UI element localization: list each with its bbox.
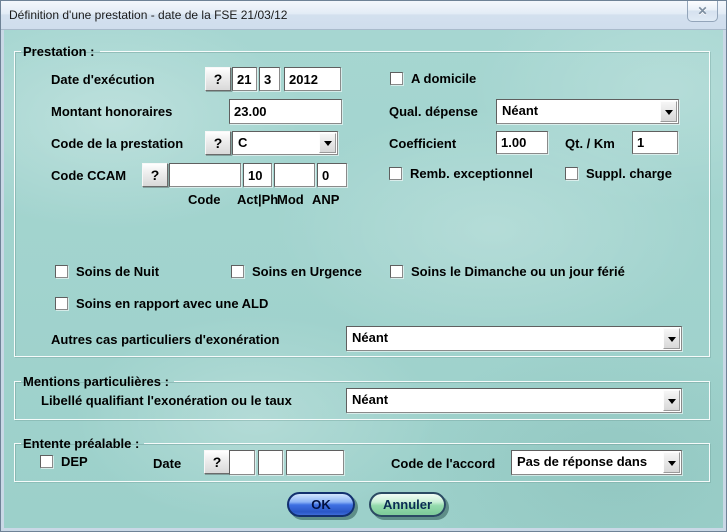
checkbox-box[interactable] <box>390 72 403 85</box>
dialog-body: Prestation : Date d'exécution ? A domici… <box>4 30 723 528</box>
libelle-exoneration-label: Libellé qualifiant l'exonération ou le t… <box>41 393 292 408</box>
soins-nuit-checkbox[interactable]: Soins de Nuit <box>55 264 159 279</box>
code-accord-label: Code de l'accord <box>391 456 495 471</box>
entente-date-label: Date <box>153 456 181 471</box>
cancel-button[interactable]: Annuler <box>369 492 446 517</box>
code-prestation-select[interactable]: C <box>232 131 338 155</box>
chevron-down-icon[interactable] <box>660 101 677 122</box>
qual-depense-label: Qual. dépense <box>389 104 478 119</box>
libelle-exoneration-value: Néant <box>352 389 661 412</box>
close-button[interactable]: ✕ <box>687 1 718 22</box>
dep-label: DEP <box>61 454 88 469</box>
suppl-charge-label: Suppl. charge <box>586 166 672 181</box>
checkbox-box[interactable] <box>55 297 68 310</box>
title-bar[interactable]: Définition d'une prestation - date de la… <box>1 1 726 30</box>
dep-checkbox[interactable]: DEP <box>40 454 88 469</box>
entente-day-input[interactable] <box>229 450 255 475</box>
mentions-legend: Mentions particulières : <box>21 374 174 389</box>
date-year-input[interactable] <box>284 67 341 91</box>
a-domicile-checkbox[interactable]: A domicile <box>390 71 476 86</box>
chevron-down-icon[interactable] <box>663 328 680 349</box>
montant-honoraires-input[interactable] <box>229 99 342 124</box>
soins-urgence-checkbox[interactable]: Soins en Urgence <box>231 264 362 279</box>
coefficient-label: Coefficient <box>389 136 456 151</box>
checkbox-box[interactable] <box>390 265 403 278</box>
window-title: Définition d'une prestation - date de la… <box>9 1 287 29</box>
date-month-input[interactable] <box>259 67 280 91</box>
ccam-col-anp-label: ANP <box>312 192 339 207</box>
soins-ald-label: Soins en rapport avec une ALD <box>76 296 268 311</box>
code-prestation-help-button[interactable]: ? <box>205 131 231 155</box>
chevron-down-icon[interactable] <box>319 133 336 153</box>
autres-cas-value: Néant <box>352 327 661 350</box>
code-prestation-label: Code de la prestation <box>51 136 183 151</box>
ok-button[interactable]: OK <box>287 492 355 517</box>
dialog-window: Définition d'une prestation - date de la… <box>0 0 727 532</box>
libelle-exoneration-select[interactable]: Néant <box>346 388 682 413</box>
prestation-legend: Prestation : <box>21 44 100 59</box>
ccam-mod-input[interactable] <box>274 163 315 187</box>
suppl-charge-checkbox[interactable]: Suppl. charge <box>565 166 672 181</box>
ccam-col-mod-label: Mod <box>277 192 304 207</box>
entente-legend: Entente préalable : <box>21 436 144 451</box>
remb-exceptionnel-checkbox[interactable]: Remb. exceptionnel <box>389 166 533 181</box>
soins-dimanche-checkbox[interactable]: Soins le Dimanche ou un jour férié <box>390 264 625 279</box>
close-icon: ✕ <box>697 4 707 18</box>
checkbox-box[interactable] <box>55 265 68 278</box>
coefficient-input[interactable] <box>496 131 548 154</box>
entente-date-help-button[interactable]: ? <box>204 450 230 474</box>
checkbox-box[interactable] <box>389 167 402 180</box>
ccam-col-actph-label: Act|Ph <box>237 192 278 207</box>
qual-depense-select[interactable]: Néant <box>496 99 679 124</box>
qt-km-label: Qt. / Km <box>565 136 615 151</box>
checkbox-box[interactable] <box>231 265 244 278</box>
a-domicile-label: A domicile <box>411 71 476 86</box>
soins-nuit-label: Soins de Nuit <box>76 264 159 279</box>
ccam-code-input[interactable] <box>169 163 241 187</box>
qual-depense-value: Néant <box>502 100 658 123</box>
code-ccam-label: Code CCAM <box>51 168 126 183</box>
date-execution-label: Date d'exécution <box>51 72 155 87</box>
soins-ald-checkbox[interactable]: Soins en rapport avec une ALD <box>55 296 268 311</box>
montant-honoraires-label: Montant honoraires <box>51 104 172 119</box>
qt-km-input[interactable] <box>632 131 678 154</box>
ccam-actph-input[interactable] <box>243 163 272 187</box>
autres-cas-label: Autres cas particuliers d'exonération <box>51 332 280 347</box>
code-accord-value: Pas de réponse dans <box>517 451 661 474</box>
code-ccam-help-button[interactable]: ? <box>142 163 168 187</box>
soins-urgence-label: Soins en Urgence <box>252 264 362 279</box>
entente-month-input[interactable] <box>258 450 283 475</box>
date-day-input[interactable] <box>232 67 257 91</box>
code-accord-select[interactable]: Pas de réponse dans <box>511 450 682 475</box>
soins-dimanche-label: Soins le Dimanche ou un jour férié <box>411 264 625 279</box>
code-prestation-value: C <box>238 132 317 154</box>
checkbox-box[interactable] <box>565 167 578 180</box>
chevron-down-icon[interactable] <box>663 452 680 473</box>
autres-cas-select[interactable]: Néant <box>346 326 682 351</box>
chevron-down-icon[interactable] <box>663 390 680 411</box>
remb-exceptionnel-label: Remb. exceptionnel <box>410 166 533 181</box>
checkbox-box[interactable] <box>40 455 53 468</box>
date-execution-help-button[interactable]: ? <box>205 67 231 91</box>
ccam-anp-input[interactable] <box>317 163 347 187</box>
ccam-col-code-label: Code <box>188 192 221 207</box>
entente-year-input[interactable] <box>286 450 344 475</box>
